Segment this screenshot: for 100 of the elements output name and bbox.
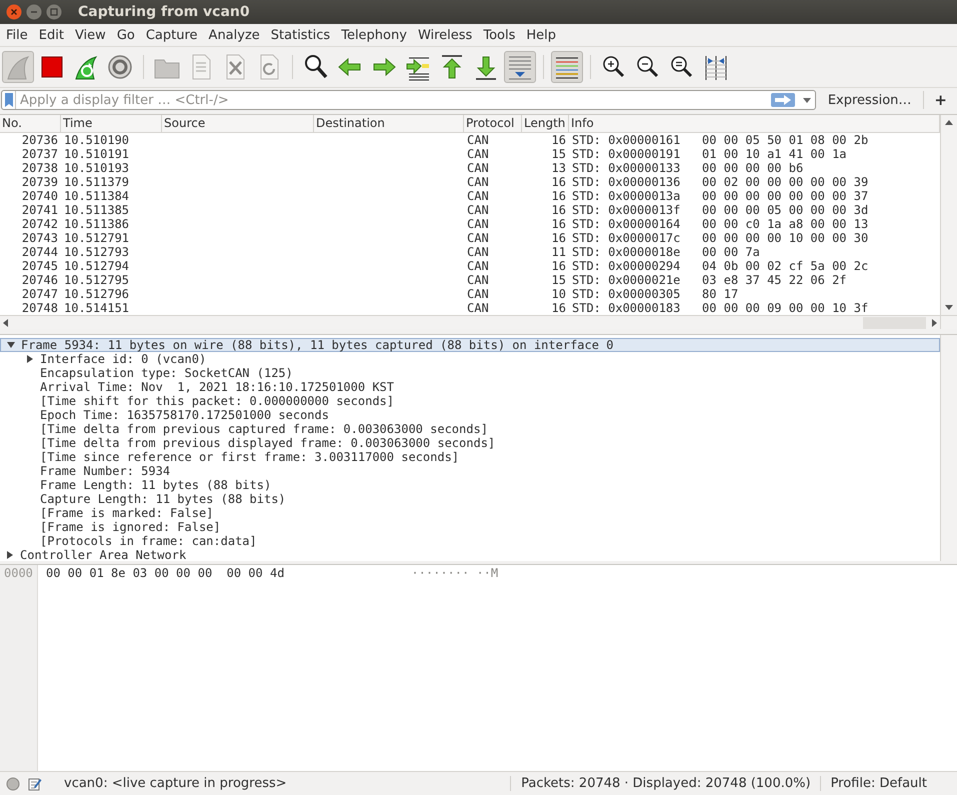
table-cell-text: CAN	[466, 175, 490, 189]
column-header[interactable]: Length	[522, 115, 569, 132]
table-cell-text: 20743	[20, 231, 59, 245]
scrollbar[interactable]	[940, 115, 957, 315]
scroll-down-arrow-icon	[945, 305, 953, 310]
scroll-left-arrow-icon	[3, 318, 8, 326]
table-cell-text: 20744	[20, 245, 59, 259]
table-cell-text: 15	[550, 273, 567, 287]
profile-label[interactable]: Profile: Default	[820, 776, 957, 791]
column-header[interactable]: Time	[61, 115, 162, 132]
table-cell-text: 10.511379	[63, 175, 130, 189]
expand-triangle-icon[interactable]	[6, 551, 14, 559]
tree-item[interactable]: Interface id: 0 (vcan0)	[40, 352, 206, 366]
table-cell-text: STD: 0x00000164 00 00 c0 1a a8 00 00 13	[571, 217, 870, 231]
table-cell-text: CAN	[466, 133, 490, 147]
table-cell-text: CAN	[466, 147, 490, 161]
table-cell-text: 20747	[20, 287, 59, 301]
close-icon[interactable]	[6, 4, 22, 20]
scroll-right-arrow-icon	[932, 318, 937, 326]
menu-item[interactable]: Help	[521, 26, 562, 44]
column-header[interactable]: Destination	[314, 115, 464, 132]
menu-item[interactable]: Wireless	[412, 26, 478, 44]
table-cell-text: 20741	[20, 203, 59, 217]
menu-item[interactable]: Telephony	[336, 26, 413, 44]
scrollbar-thumb[interactable]	[863, 316, 926, 328]
menu-item[interactable]: Edit	[34, 26, 70, 44]
tree-item[interactable]: [Protocols in frame: can:data]	[40, 534, 257, 548]
tree-item[interactable]: Frame Number: 5934	[40, 464, 170, 478]
tree-item[interactable]: Controller Area Network	[20, 548, 186, 561]
tree-item[interactable]: Encapsulation type: SocketCAN (125)	[40, 366, 293, 380]
menu-item[interactable]: Go	[112, 26, 141, 44]
column-header[interactable]: Protocol	[464, 115, 522, 132]
table-cell-text: 10.510191	[63, 147, 130, 161]
expand-triangle-icon[interactable]	[26, 355, 34, 363]
menu-item[interactable]: File	[1, 26, 34, 44]
scrollbar[interactable]	[0, 315, 940, 329]
menu-item[interactable]: View	[70, 26, 112, 44]
tree-item[interactable]: [Time delta from previous displayed frame: 0.003063000 seconds]	[40, 436, 496, 450]
table-cell-text: 16	[550, 133, 567, 147]
column-header[interactable]: Source	[162, 115, 314, 132]
dropdown-arrow-icon[interactable]	[802, 98, 811, 102]
tree-item[interactable]: Epoch Time: 1635758170.172501000 seconds	[40, 408, 329, 422]
table-cell-text: 10.511384	[63, 189, 130, 203]
table-cell-text: 16	[550, 189, 567, 203]
table-cell-text: 10.512795	[63, 273, 130, 287]
filter-input[interactable]: Apply a display filter … <Ctrl-/>	[20, 92, 771, 108]
table-cell-text: CAN	[466, 301, 490, 315]
maximize-icon[interactable]	[46, 4, 62, 20]
filter-field[interactable]: Apply a display filter … <Ctrl-/>	[1, 90, 816, 110]
minimize-icon[interactable]	[26, 4, 42, 20]
table-cell-text: 16	[550, 231, 567, 245]
table-cell-text: 10	[550, 287, 567, 301]
table-cell-text: STD: 0x00000294 04 0b 00 02 cf 5a 00 2c	[571, 259, 870, 273]
menu-item[interactable]: Analyze	[204, 26, 266, 44]
table-cell-text: STD: 0x00000305 80 17	[571, 287, 740, 301]
table-cell-text: CAN	[466, 203, 490, 217]
tree-item[interactable]: Frame Length: 11 bytes (88 bits)	[40, 478, 272, 492]
edit-comment-icon[interactable]	[28, 776, 42, 790]
table-cell-text: CAN	[466, 217, 490, 231]
toolbar-button[interactable]	[551, 51, 583, 83]
table-cell-text: 16	[550, 301, 567, 315]
menu-item[interactable]: Tools	[478, 26, 522, 44]
table-cell-text: 10.510193	[63, 161, 130, 175]
table-cell-text: STD: 0x0000017c 00 00 00 00 10 00 00 30	[571, 231, 870, 245]
offset-label: 0000	[4, 566, 33, 580]
table-cell-text: 20736	[20, 133, 59, 147]
add-button[interactable]: +	[923, 91, 955, 109]
tree-item[interactable]: [Frame is marked: False]	[40, 506, 214, 520]
tree-item[interactable]: Arrival Time: Nov 1, 2021 18:16:10.172501000 KST	[40, 380, 394, 394]
expression-button[interactable]: Expression…	[822, 90, 918, 110]
table-cell-text: STD: 0x00000133 00 00 00 00 b6	[571, 161, 804, 175]
collapse-triangle-icon[interactable]	[7, 341, 15, 349]
table-cell-text: 20742	[20, 217, 59, 231]
table-cell-text: 10.512793	[63, 245, 130, 259]
scroll-up-arrow-icon	[945, 120, 953, 125]
table-cell-text: CAN	[466, 231, 490, 245]
tree-item[interactable]: [Time shift for this packet: 0.000000000 seconds]	[40, 394, 394, 408]
table-cell-text: 20746	[20, 273, 59, 287]
tree-item[interactable]: Capture Length: 11 bytes (88 bits)	[40, 492, 286, 506]
tree-item[interactable]: [Frame is ignored: False]	[40, 520, 221, 534]
table-cell-text: 15	[550, 147, 567, 161]
table-cell-text: STD: 0x0000021e 03 e8 37 45 22 06 2f	[571, 273, 848, 287]
hex-bytes: 00 00 01 8e 03 00 00 00 00 00 4d	[46, 566, 284, 580]
table-cell-text: STD: 0x00000136 00 02 00 00 00 00 00 39	[571, 175, 870, 189]
table-cell-text: 10.512796	[63, 287, 130, 301]
scrollbar[interactable]	[940, 335, 957, 561]
table-cell-text: CAN	[466, 259, 490, 273]
scrollbar-corner	[940, 315, 957, 329]
tree-item[interactable]: [Time delta from previous captured frame: 0.003063000 seconds]	[40, 422, 488, 436]
table-cell-text: 10.511386	[63, 217, 130, 231]
status-led-icon	[6, 776, 20, 790]
tree-item[interactable]: [Time since reference or first frame: 3.003117000 seconds]	[40, 450, 460, 464]
menu-item[interactable]: Statistics	[266, 26, 336, 44]
table-cell-text: 16	[550, 259, 567, 273]
table-cell-text: 20739	[20, 175, 59, 189]
table-cell-text: CAN	[466, 273, 490, 287]
apply-button[interactable]	[770, 93, 795, 107]
column-header[interactable]: No.	[0, 115, 61, 132]
table-cell-text: 16	[550, 175, 567, 189]
menu-item[interactable]: Capture	[140, 26, 204, 44]
